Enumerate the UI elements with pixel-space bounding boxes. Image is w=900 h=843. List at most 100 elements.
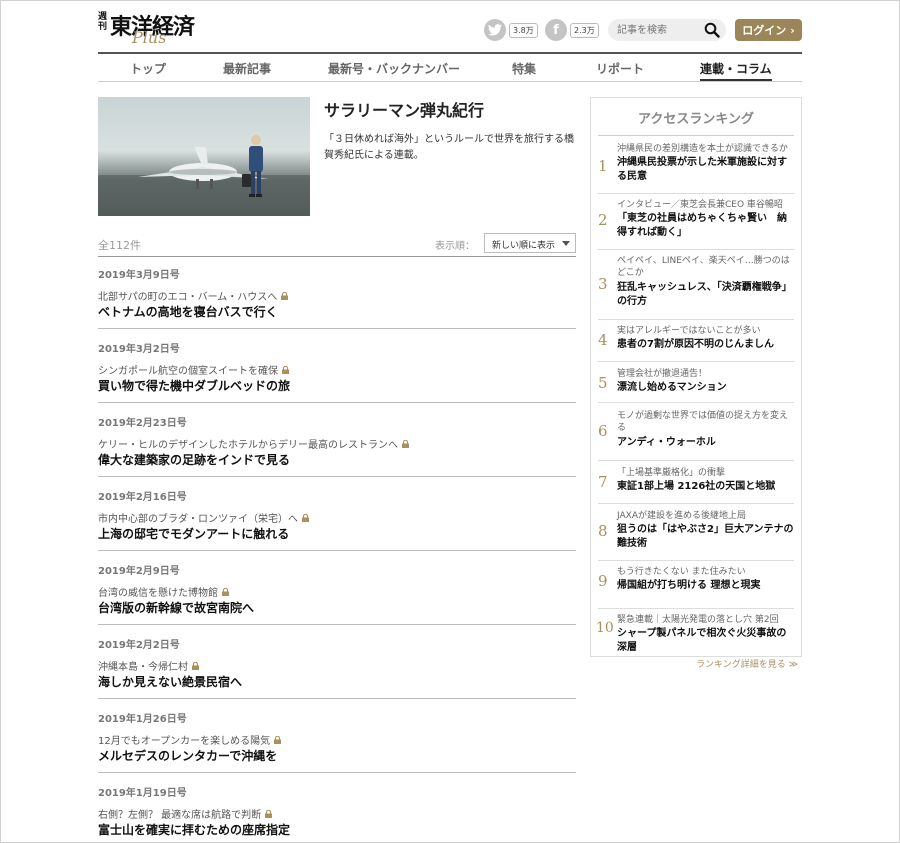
login-button[interactable]: ログイン › xyxy=(735,19,802,41)
nav-reports[interactable]: リポート xyxy=(596,60,644,77)
rank-title[interactable]: 帰国組が打ち明ける 理想と現実 xyxy=(617,579,795,593)
article-total-count: 全112件 xyxy=(98,239,141,252)
lock-icon xyxy=(265,809,273,818)
twitter-icon xyxy=(484,19,506,41)
logo-plus-text: Plus xyxy=(132,28,167,47)
rank-subtitle: 管理会社が撤退通告！ xyxy=(617,369,708,379)
nav-series-columns[interactable]: 連載・コラム xyxy=(700,60,772,81)
article-title[interactable]: 富士山を確実に拝むための座席指定 xyxy=(98,821,290,838)
search-icon[interactable] xyxy=(704,22,720,38)
rank-divider xyxy=(598,193,794,194)
article-divider xyxy=(98,328,576,329)
rank-number: 3 xyxy=(598,275,608,293)
rank-subtitle: 実はアレルギーではないことが多い xyxy=(617,326,761,336)
article-title[interactable]: ベトナムの高地を寝台バスで行く xyxy=(98,303,278,320)
article-divider xyxy=(98,698,576,699)
main-nav: トップ 最新記事 最新号・バックナンバー 特集 リポート 連載・コラム xyxy=(98,52,802,82)
article-subtitle: シンガポール航空の個室スイートを確保 xyxy=(98,366,278,377)
sort-selected-value: 新しい順に表示 xyxy=(492,241,556,251)
series-description: 「３日休めれば海外」というルールで世界を旅行する橋賀秀紀氏による連載。 xyxy=(324,134,574,161)
article-date: 2019年2月23日号 xyxy=(98,418,187,429)
site-logo[interactable]: 週刊 東洋経済 Plus xyxy=(98,8,218,47)
rank-number: 2 xyxy=(598,211,608,229)
article-divider xyxy=(98,624,576,625)
rank-title[interactable]: 東証1部上場 2126社の天国と地獄 xyxy=(617,480,795,494)
series-title: サラリーマン弾丸紀行 xyxy=(324,101,485,120)
nav-top[interactable]: トップ xyxy=(130,60,166,77)
ranking-heading-divider xyxy=(598,135,794,136)
rank-number: 10 xyxy=(596,620,614,636)
rank-number: 9 xyxy=(598,572,608,590)
rank-number: 4 xyxy=(598,331,608,349)
lock-icon xyxy=(402,439,409,448)
article-date: 2019年2月2日号 xyxy=(98,640,180,651)
rank-subtitle: もう行きたくない また住みたい xyxy=(617,567,746,577)
article-title[interactable]: 偉大な建築家の足跡をインドで見る xyxy=(98,451,290,468)
lock-icon xyxy=(282,365,289,374)
rank-title[interactable]: 沖縄県民投票が示した米軍施設に対する民意 xyxy=(617,156,795,184)
lock-icon xyxy=(192,661,199,670)
lock-icon xyxy=(281,291,289,300)
rank-divider xyxy=(598,319,794,320)
search-input[interactable] xyxy=(617,22,707,38)
lock-icon xyxy=(222,587,229,596)
article-title[interactable]: 海しか見えない絶景民宿へ xyxy=(98,673,242,690)
logo-small-text: 週刊 xyxy=(98,12,108,32)
access-ranking: アクセスランキング 1 沖縄県民の差別構造を本土が認識できるか 沖縄県民投票が示… xyxy=(590,97,802,657)
article-date: 2019年1月19日号 xyxy=(98,788,187,799)
article-title[interactable]: 買い物で得た機中ダブルベッドの旅 xyxy=(98,377,290,394)
rank-subtitle: JAXAが建設を進める後継地上局 xyxy=(617,511,746,521)
nav-features[interactable]: 特集 xyxy=(512,60,536,77)
article-subtitle: 右側？左側？ 最適な席は航路で判断 xyxy=(98,810,262,821)
rank-title[interactable]: 「東芝の社員はめちゃくちゃ賢い 納得すれば動く」 xyxy=(617,212,795,240)
article-subtitle: ケリー・ヒルのデザインしたホテルからデリー最高のレストランへ xyxy=(98,440,398,451)
rank-title[interactable]: アンディ・ウォーホル xyxy=(617,436,795,450)
rank-title[interactable]: シャープ製パネルで相次ぐ火災事故の深層 xyxy=(617,627,795,655)
article-date: 2019年2月16日号 xyxy=(98,492,187,503)
facebook-share[interactable]: f 2.3万 xyxy=(545,19,599,41)
lock-icon xyxy=(302,513,309,522)
rank-divider xyxy=(598,361,794,362)
nav-latest-issue[interactable]: 最新号・バックナンバー xyxy=(328,60,460,77)
article-divider xyxy=(98,402,576,403)
ranking-heading: アクセスランキング xyxy=(638,112,754,127)
facebook-icon: f xyxy=(545,19,567,41)
rank-divider xyxy=(598,560,794,561)
search-box[interactable] xyxy=(608,19,726,41)
chevron-right-icon: › xyxy=(790,23,795,37)
rank-subtitle: 緊急連載｜太陽光発電の落とし穴 第2回 xyxy=(617,615,779,625)
article-date: 2019年3月2日号 xyxy=(98,344,180,355)
rank-title[interactable]: 患者の7割が原因不明のじんましん xyxy=(617,338,795,352)
rank-divider xyxy=(598,608,794,609)
rank-title[interactable]: 狂乱キャッシュレス、「決済覇権戦争」の行方 xyxy=(617,281,795,309)
rank-number: 5 xyxy=(598,374,608,392)
list-divider xyxy=(98,256,576,257)
rank-number: 8 xyxy=(598,522,608,540)
article-title[interactable]: 台湾版の新幹線で故宮南院へ xyxy=(98,599,254,616)
chevron-down-icon xyxy=(562,241,570,246)
ranking-more-link[interactable]: ランキング詳細を見る ≫ xyxy=(696,657,798,670)
rank-subtitle: 沖縄県民の差別構造を本土が認識できるか xyxy=(617,144,788,154)
rank-divider xyxy=(598,402,794,403)
rank-number: 1 xyxy=(598,157,608,175)
rank-divider xyxy=(598,460,794,461)
article-date: 2019年2月9日号 xyxy=(98,566,180,577)
login-label: ログイン xyxy=(742,24,787,37)
facebook-count: 2.3万 xyxy=(570,22,599,38)
article-date: 2019年3月9日号 xyxy=(98,270,180,281)
nav-latest-articles[interactable]: 最新記事 xyxy=(223,60,271,77)
article-divider xyxy=(98,550,576,551)
rank-subtitle: モノが過剰な世界では価値の捉え方を変える xyxy=(617,411,789,433)
rank-subtitle: インタビュー／東芝会長兼CEO 車谷暢昭 xyxy=(617,200,783,210)
sort-select[interactable]: 新しい順に表示 xyxy=(484,233,576,253)
rank-subtitle: ペイペイ、LINEペイ、楽天ペイ…勝つのはどこか xyxy=(617,256,790,278)
rank-divider xyxy=(598,503,794,504)
rank-title[interactable]: 漂流し始めるマンション xyxy=(617,381,795,395)
rank-title[interactable]: 狙うのは「はやぶさ2」巨大アンテナの難技術 xyxy=(617,523,795,551)
article-title[interactable]: 上海の邸宅でモダンアートに触れる xyxy=(98,525,289,542)
rank-subtitle: 「上場基準厳格化」の衝撃 xyxy=(617,468,726,478)
twitter-share[interactable]: 3.8万 xyxy=(484,19,538,41)
article-title[interactable]: メルセデスのレンタカーで沖縄を xyxy=(98,747,277,764)
article-divider xyxy=(98,772,576,773)
rank-number: 7 xyxy=(598,473,608,491)
